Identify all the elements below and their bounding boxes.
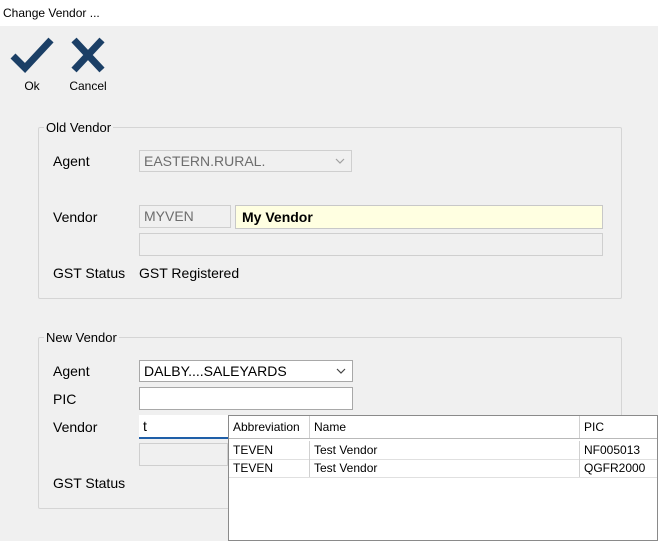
table-row[interactable]: TEVEN Test Vendor NF005013 [229,441,657,460]
old-vendor-legend: Old Vendor [44,120,114,135]
cancel-label: Cancel [69,79,107,93]
row-name: Test Vendor [310,459,580,477]
column-header-abbreviation[interactable]: Abbreviation [229,416,310,438]
new-vendor-label: Vendor [53,419,98,435]
vendor-lookup-list[interactable]: Abbreviation Name PIC TEVEN Test Vendor … [228,415,658,541]
new-agent-combo[interactable]: DALBY....SALEYARDS [139,360,353,382]
table-row[interactable]: TEVEN Test Vendor QGFR2000 [229,459,657,478]
ok-label: Ok [24,79,40,93]
new-pic-label: PIC [53,391,77,407]
old-vendor-extra-field [139,233,603,256]
old-agent-value: EASTERN.RURAL. [144,153,266,169]
new-pic-input[interactable] [139,387,353,410]
old-gst-value: GST Registered [139,265,240,281]
column-header-name[interactable]: Name [310,416,580,438]
new-vendor-input[interactable]: t [139,415,228,439]
row-name: Test Vendor [310,441,580,459]
row-abbreviation: TEVEN [229,441,310,459]
old-vendor-name: My Vendor [235,205,603,229]
new-vendor-extra-field [139,443,228,466]
old-vendor-code: MYVEN [139,205,231,228]
new-agent-label: Agent [53,363,90,379]
new-vendor-legend: New Vendor [44,330,119,345]
cancel-button[interactable]: Cancel [66,36,110,93]
window-title: Change Vendor ... [3,6,100,20]
lookup-header: Abbreviation Name PIC [229,416,657,439]
row-pic: NF005013 [584,443,641,457]
chevron-down-icon [335,158,345,164]
column-header-pic[interactable]: PIC [580,416,658,438]
row-pic: QGFR2000 [584,461,646,475]
old-agent-label: Agent [53,153,90,169]
title-bar: Change Vendor ... [0,0,658,26]
old-agent-combo: EASTERN.RURAL. [139,150,352,172]
ok-button[interactable]: Ok [10,36,54,93]
checkmark-icon [10,37,54,74]
new-agent-value: DALBY....SALEYARDS [144,363,287,379]
old-gst-label: GST Status [53,265,126,281]
chevron-down-icon [336,368,346,374]
row-abbreviation: TEVEN [229,459,310,477]
new-gst-label: GST Status [53,475,126,491]
old-vendor-label: Vendor [53,209,98,225]
close-icon [71,37,105,73]
